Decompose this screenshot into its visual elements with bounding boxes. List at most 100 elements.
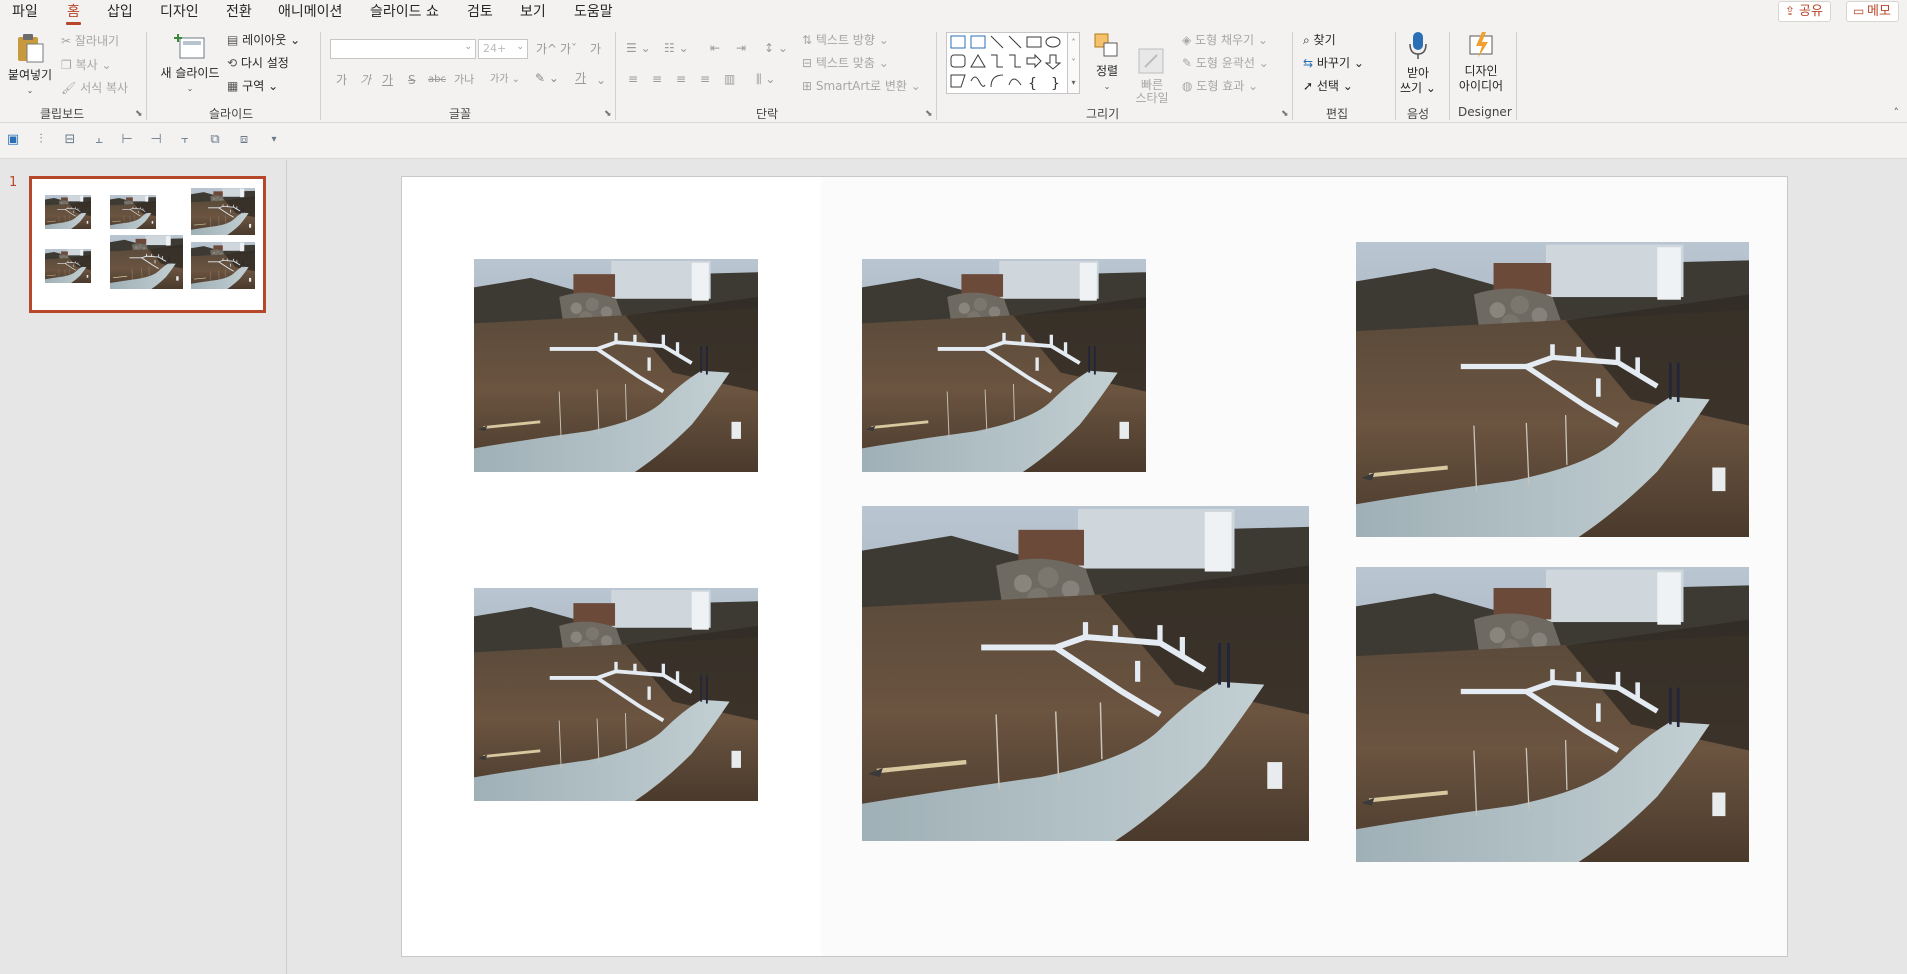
tab-help[interactable]: 도움말 [572,2,615,24]
clipboard-launcher-icon[interactable]: ⬊ [135,109,143,119]
quick-styles-button[interactable]: 빠른 스타일 [1130,32,1174,120]
tab-animations[interactable]: 애니메이션 [276,2,344,24]
slide-thumbnail-1[interactable] [29,176,266,313]
align-left-icon[interactable]: ≡ [628,71,638,87]
comments-button[interactable]: ▭ 메모 [1846,1,1899,22]
text-direction-icon: ⇅ [802,33,816,47]
numbering-icon[interactable]: ☷ ⌄ [664,40,689,56]
bring-forward-icon[interactable]: ⧉ [205,131,225,149]
shape-fill-button[interactable]: ◈ 도형 채우기 ⌄ [1182,31,1268,49]
font-size-combo[interactable]: 24+ ⌄ [478,39,528,59]
new-slide-button[interactable]: 새 슬라이드 ⌄ [155,32,225,96]
select-button[interactable]: ➚ 선택 ⌄ [1303,77,1353,95]
tab-file[interactable]: 파일 [10,2,40,24]
dictate-button[interactable]: 받아 쓰기 ⌄ [1400,30,1436,96]
smartart-button[interactable]: ⊞ SmartArt로 변환 ⌄ [802,77,921,95]
increase-indent-icon[interactable]: ⇥ [736,40,746,56]
italic-button[interactable]: 가 [360,72,371,88]
strikethrough-button[interactable]: S [408,72,416,88]
slide-editing-area [288,160,1907,974]
bullets-icon[interactable]: ☰ ⌄ [626,40,651,56]
underline-button[interactable]: 가 [382,72,393,88]
customize-toolbar-icon[interactable]: ▾ [264,131,284,149]
tab-transitions[interactable]: 전환 [224,2,254,24]
thumbnail-photo [110,235,183,289]
align-center-icon[interactable]: ≡ [652,71,662,87]
design-ideas-button[interactable]: 디자인 아이디어 [1455,30,1507,94]
shapes-gallery-icons: { } [950,35,1062,92]
construction-photo-4[interactable] [862,506,1309,841]
separator [1449,32,1450,120]
distributed-icon[interactable]: ▥ [724,71,735,87]
font-group-label: 글꼴 [449,107,472,121]
align-bottom-icon[interactable]: ⫠ [89,131,109,149]
character-spacing-button[interactable]: abc [428,72,446,88]
format-painter-button[interactable]: 🖌 서식 복사 [61,79,128,97]
drawing-launcher-icon[interactable]: ⬊ [1281,109,1289,119]
align-top-icon[interactable]: ⫟ [175,131,195,149]
arrange-button[interactable]: 정렬 ⌄ [1090,32,1124,94]
bold-button[interactable]: 가 [336,72,347,88]
construction-photo-6[interactable] [1356,567,1749,862]
slide[interactable] [401,176,1788,957]
separator [615,32,616,120]
copy-button[interactable]: ❐ 복사 ⌄ [61,56,112,74]
designer-group-label: Designer [1458,105,1512,119]
section-button[interactable]: ▦ 구역 ⌄ [227,77,278,95]
align-text-button[interactable]: ⊟ 텍스트 맞춤 ⌄ [802,54,889,72]
grow-font-button[interactable]: 가^ [536,41,557,57]
clear-formatting-button[interactable]: 가 [590,41,601,57]
align-center-vertical-icon[interactable]: ⫶ [31,131,51,149]
paste-dropdown-icon: ⌄ [26,86,34,95]
text-direction-button[interactable]: ⇅ 텍스트 방향 ⌄ [802,31,889,49]
layout-button[interactable]: ▤ 레이아웃 ⌄ [227,31,300,49]
align-right-icon[interactable]: ≡ [676,71,686,87]
construction-photo-5[interactable] [1356,242,1749,537]
copy-icon: ❐ [61,58,76,72]
thumbnail-photo [45,195,91,229]
paragraph-launcher-icon[interactable]: ⬊ [925,109,933,119]
font-launcher-icon[interactable]: ⬊ [604,109,612,119]
align-left-objects-icon[interactable]: ⊢ [117,131,137,149]
align-right-objects-icon[interactable]: ⊣ [146,131,166,149]
line-spacing-icon[interactable]: ↕ ⌄ [764,40,788,56]
brush-icon: 🖌 [61,81,81,95]
shrink-font-button[interactable]: 가ˇ [560,41,577,57]
align-middle-icon[interactable]: ⊟ [60,131,80,149]
text-box-icon[interactable]: ▣ [3,131,23,149]
construction-photo-3[interactable] [862,259,1146,472]
construction-photo-1[interactable] [474,259,758,472]
shapes-gallery[interactable]: { } [946,32,1068,94]
send-backward-icon[interactable]: ⧈ [234,131,254,149]
tab-review[interactable]: 검토 [465,2,495,24]
share-button[interactable]: ⇪ 공유 [1778,1,1831,22]
font-color-dropdown-icon[interactable]: ⌄ [596,72,606,88]
highlight-color-button[interactable]: ✎ ⌄ [535,70,559,86]
cut-button[interactable]: ✂ 잘라내기 [61,32,119,50]
paste-button[interactable]: 붙여넣기 ⌄ [6,32,54,98]
justify-icon[interactable]: ≡ [700,71,710,87]
change-case-button[interactable]: 가나 [454,72,474,88]
new-slide-icon [174,34,205,59]
replace-button[interactable]: ⇆ 바꾸기 ⌄ [1303,54,1364,72]
columns-icon[interactable]: ⫼ ⌄ [756,71,775,87]
text-shadow-button[interactable]: 가가 ⌄ [490,72,520,88]
tab-insert[interactable]: 삽입 [105,2,135,24]
font-name-combo[interactable]: ⌄ [330,39,476,59]
tab-view[interactable]: 보기 [518,2,548,24]
collapse-ribbon-icon[interactable]: ˄ [1894,106,1900,119]
shape-effects-button[interactable]: ◍ 도형 효과 ⌄ [1182,77,1258,95]
construction-photo-2[interactable] [474,588,758,801]
reset-button[interactable]: ⟲ 다시 설정 [227,54,289,72]
font-color-button[interactable]: 가 [575,70,586,86]
pen-icon: ✎ [1182,56,1196,70]
decrease-indent-icon[interactable]: ⇤ [710,40,720,56]
shape-outline-button[interactable]: ✎ 도형 윤곽선 ⌄ [1182,54,1269,72]
tab-home[interactable]: 홈 [65,2,82,25]
tab-design[interactable]: 디자인 [158,2,201,24]
replace-icon: ⇆ [1303,56,1317,70]
shapes-scroll[interactable]: ˄ ˅ ▾ [1068,32,1080,94]
drawing-group-label: 그리기 [1086,107,1120,121]
find-button[interactable]: ⌕ 찾기 [1303,31,1336,49]
tab-slideshow[interactable]: 슬라이드 쇼 [368,2,441,24]
